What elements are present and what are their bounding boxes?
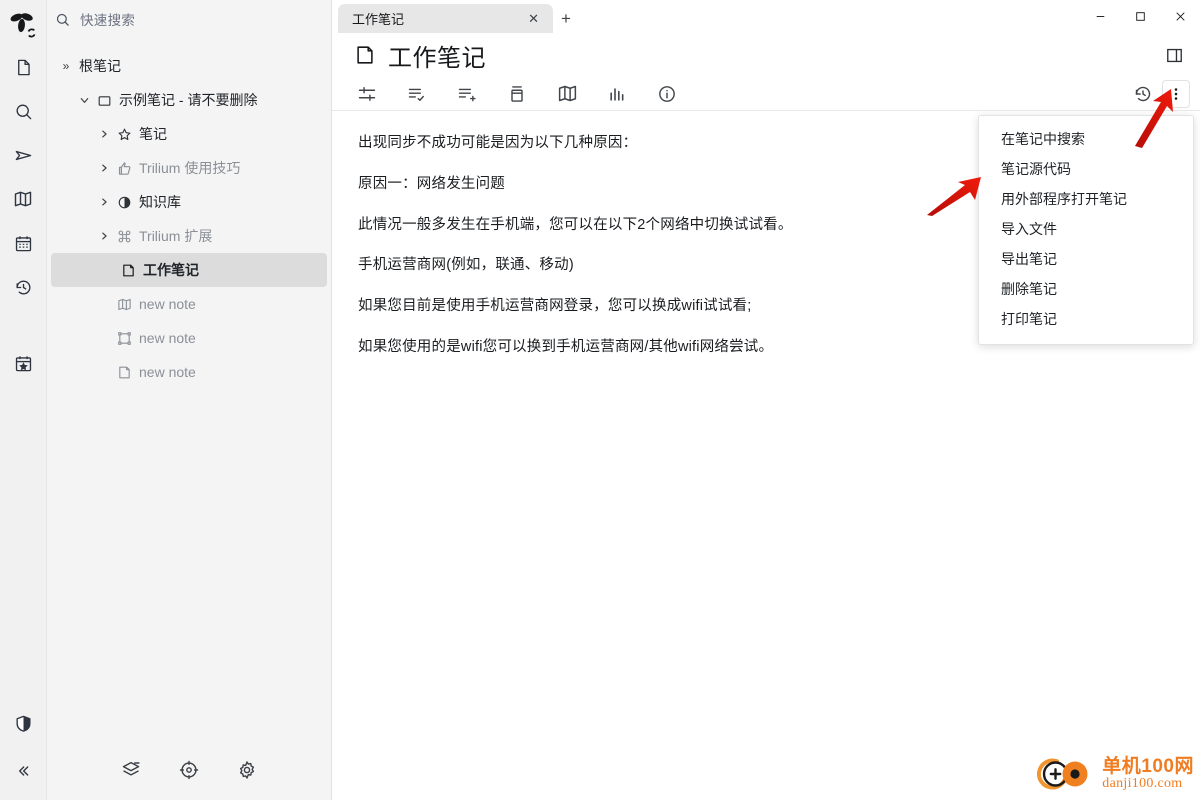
layers-icon[interactable] bbox=[119, 758, 143, 782]
watermark-en-text: danji100.com bbox=[1102, 775, 1183, 791]
menu-item-import-file[interactable]: 导入文件 bbox=[979, 214, 1193, 244]
thumbs-up-icon bbox=[113, 161, 135, 176]
tree-item-example-notes[interactable]: 示例笔记 - 请不要删除 bbox=[47, 83, 331, 117]
chevron-right-icon[interactable] bbox=[95, 129, 113, 139]
history-icon[interactable] bbox=[1130, 81, 1156, 107]
note-actions-dropdown: 在笔记中搜索 笔记源代码 用外部程序打开笔记 导入文件 导出笔记 删除笔记 打印… bbox=[978, 115, 1194, 345]
tree-item-label: 笔记 bbox=[139, 126, 167, 142]
book-icon[interactable] bbox=[554, 81, 580, 107]
rail-item-history[interactable] bbox=[6, 270, 40, 304]
folder-icon bbox=[93, 93, 115, 108]
sidebar-bottom-toolbar bbox=[47, 748, 331, 800]
target-icon[interactable] bbox=[177, 758, 201, 782]
tab-label: 工作笔记 bbox=[352, 12, 405, 27]
chevron-right-icon[interactable] bbox=[95, 231, 113, 241]
rail-item-protected-session[interactable] bbox=[6, 706, 40, 740]
minimize-button[interactable] bbox=[1080, 0, 1120, 33]
page-title[interactable]: 工作笔记 bbox=[388, 38, 486, 73]
menu-item-search-in-note[interactable]: 在笔记中搜索 bbox=[979, 124, 1193, 154]
rail-collapse-icon[interactable] bbox=[6, 754, 40, 788]
menu-item-export-note[interactable]: 导出笔记 bbox=[979, 244, 1193, 274]
tree-item-label: 知识库 bbox=[139, 194, 181, 210]
tab-work-notes[interactable]: 工作笔记 ✕ bbox=[338, 4, 553, 33]
watermark: 单机100网 danji100.com bbox=[1037, 754, 1194, 794]
menu-item-open-external[interactable]: 用外部程序打开笔记 bbox=[979, 184, 1193, 214]
book-icon bbox=[113, 297, 135, 312]
new-tab-button[interactable]: + bbox=[553, 4, 579, 33]
rail-item-search[interactable] bbox=[6, 94, 40, 128]
tree-item-trilium-tips[interactable]: Trilium 使用技巧 bbox=[47, 151, 331, 185]
star-icon bbox=[113, 127, 135, 142]
chevron-down-icon[interactable] bbox=[75, 95, 93, 106]
chevron-right-icon[interactable] bbox=[95, 197, 113, 207]
tree-item-root-note[interactable]: » 根笔记 bbox=[47, 49, 331, 83]
list-add-icon[interactable] bbox=[454, 81, 480, 107]
menu-item-note-source[interactable]: 笔记源代码 bbox=[979, 154, 1193, 184]
archive-icon[interactable] bbox=[504, 81, 530, 107]
note-icon[interactable] bbox=[354, 44, 376, 66]
toolbar-right-group bbox=[1130, 77, 1190, 111]
left-icon-rail bbox=[0, 0, 47, 800]
list-check-icon[interactable] bbox=[404, 81, 430, 107]
tree-item-label: Trilium 扩展 bbox=[139, 228, 213, 244]
panel-right-icon[interactable] bbox=[1160, 41, 1188, 69]
tree-item-label: new note bbox=[139, 330, 196, 346]
rail-item-note[interactable] bbox=[6, 50, 40, 84]
rail-item-send[interactable] bbox=[6, 138, 40, 172]
rail-item-calendar[interactable] bbox=[6, 226, 40, 260]
info-icon[interactable] bbox=[654, 81, 680, 107]
attributes-icon[interactable] bbox=[354, 81, 380, 107]
maximize-button[interactable] bbox=[1120, 0, 1160, 33]
chart-icon[interactable] bbox=[604, 81, 630, 107]
gear-icon[interactable] bbox=[235, 758, 259, 782]
contrast-icon bbox=[113, 195, 135, 210]
watermark-cn-text: 单机100网 bbox=[1102, 755, 1194, 777]
app-window: 快速搜索 » 根笔记 示例笔记 - 请不要删除 笔记 Trilium 使用技巧 … bbox=[0, 0, 1200, 800]
canvas-icon bbox=[113, 331, 135, 346]
tree-item-new-note-canvas[interactable]: new note bbox=[47, 321, 331, 355]
menu-item-print-note[interactable]: 打印笔记 bbox=[979, 304, 1193, 334]
note-tree: » 根笔记 示例笔记 - 请不要删除 笔记 Trilium 使用技巧 知识库 T… bbox=[47, 38, 331, 748]
rail-item-today-note[interactable] bbox=[6, 346, 40, 380]
tree-item-knowledge-base[interactable]: 知识库 bbox=[47, 185, 331, 219]
note-toolbar bbox=[332, 77, 1200, 111]
trilium-logo-icon bbox=[6, 8, 40, 42]
rail-item-book[interactable] bbox=[6, 182, 40, 216]
note-icon bbox=[117, 263, 139, 278]
tree-item-new-note-book[interactable]: new note bbox=[47, 287, 331, 321]
command-icon bbox=[113, 229, 135, 244]
tree-item-label: 工作笔记 bbox=[143, 262, 199, 278]
menu-item-delete-note[interactable]: 删除笔记 bbox=[979, 274, 1193, 304]
tree-item-trilium-extensions[interactable]: Trilium 扩展 bbox=[47, 219, 331, 253]
kebab-menu-icon[interactable] bbox=[1162, 80, 1190, 108]
window-controls bbox=[1080, 0, 1200, 33]
tree-item-label: new note bbox=[139, 364, 196, 380]
note-icon bbox=[113, 365, 135, 380]
tree-item-label: 根笔记 bbox=[79, 58, 121, 74]
tree-item-label: 示例笔记 - 请不要删除 bbox=[119, 92, 258, 108]
tree-item-label: new note bbox=[139, 296, 196, 312]
tree-item-work-notes[interactable]: 工作笔记 bbox=[51, 253, 327, 287]
tree-item-label: Trilium 使用技巧 bbox=[139, 160, 241, 176]
note-title-row: 工作笔记 bbox=[332, 33, 1200, 77]
search-icon bbox=[55, 12, 70, 27]
search-input-placeholder[interactable]: 快速搜索 bbox=[80, 9, 135, 29]
sidebar: 快速搜索 » 根笔记 示例笔记 - 请不要删除 笔记 Trilium 使用技巧 … bbox=[47, 0, 332, 800]
tree-item-notes[interactable]: 笔记 bbox=[47, 117, 331, 151]
tab-close-icon[interactable]: ✕ bbox=[524, 11, 543, 27]
tab-bar: 工作笔记 ✕ + bbox=[332, 0, 1200, 33]
watermark-logo-icon bbox=[1037, 758, 1088, 790]
chevron-right-icon[interactable] bbox=[95, 163, 113, 173]
close-button[interactable] bbox=[1160, 0, 1200, 33]
quick-search-bar[interactable]: 快速搜索 bbox=[47, 0, 331, 38]
tree-item-new-note-text[interactable]: new note bbox=[47, 355, 331, 389]
chevrons-right-icon[interactable]: » bbox=[57, 59, 75, 73]
